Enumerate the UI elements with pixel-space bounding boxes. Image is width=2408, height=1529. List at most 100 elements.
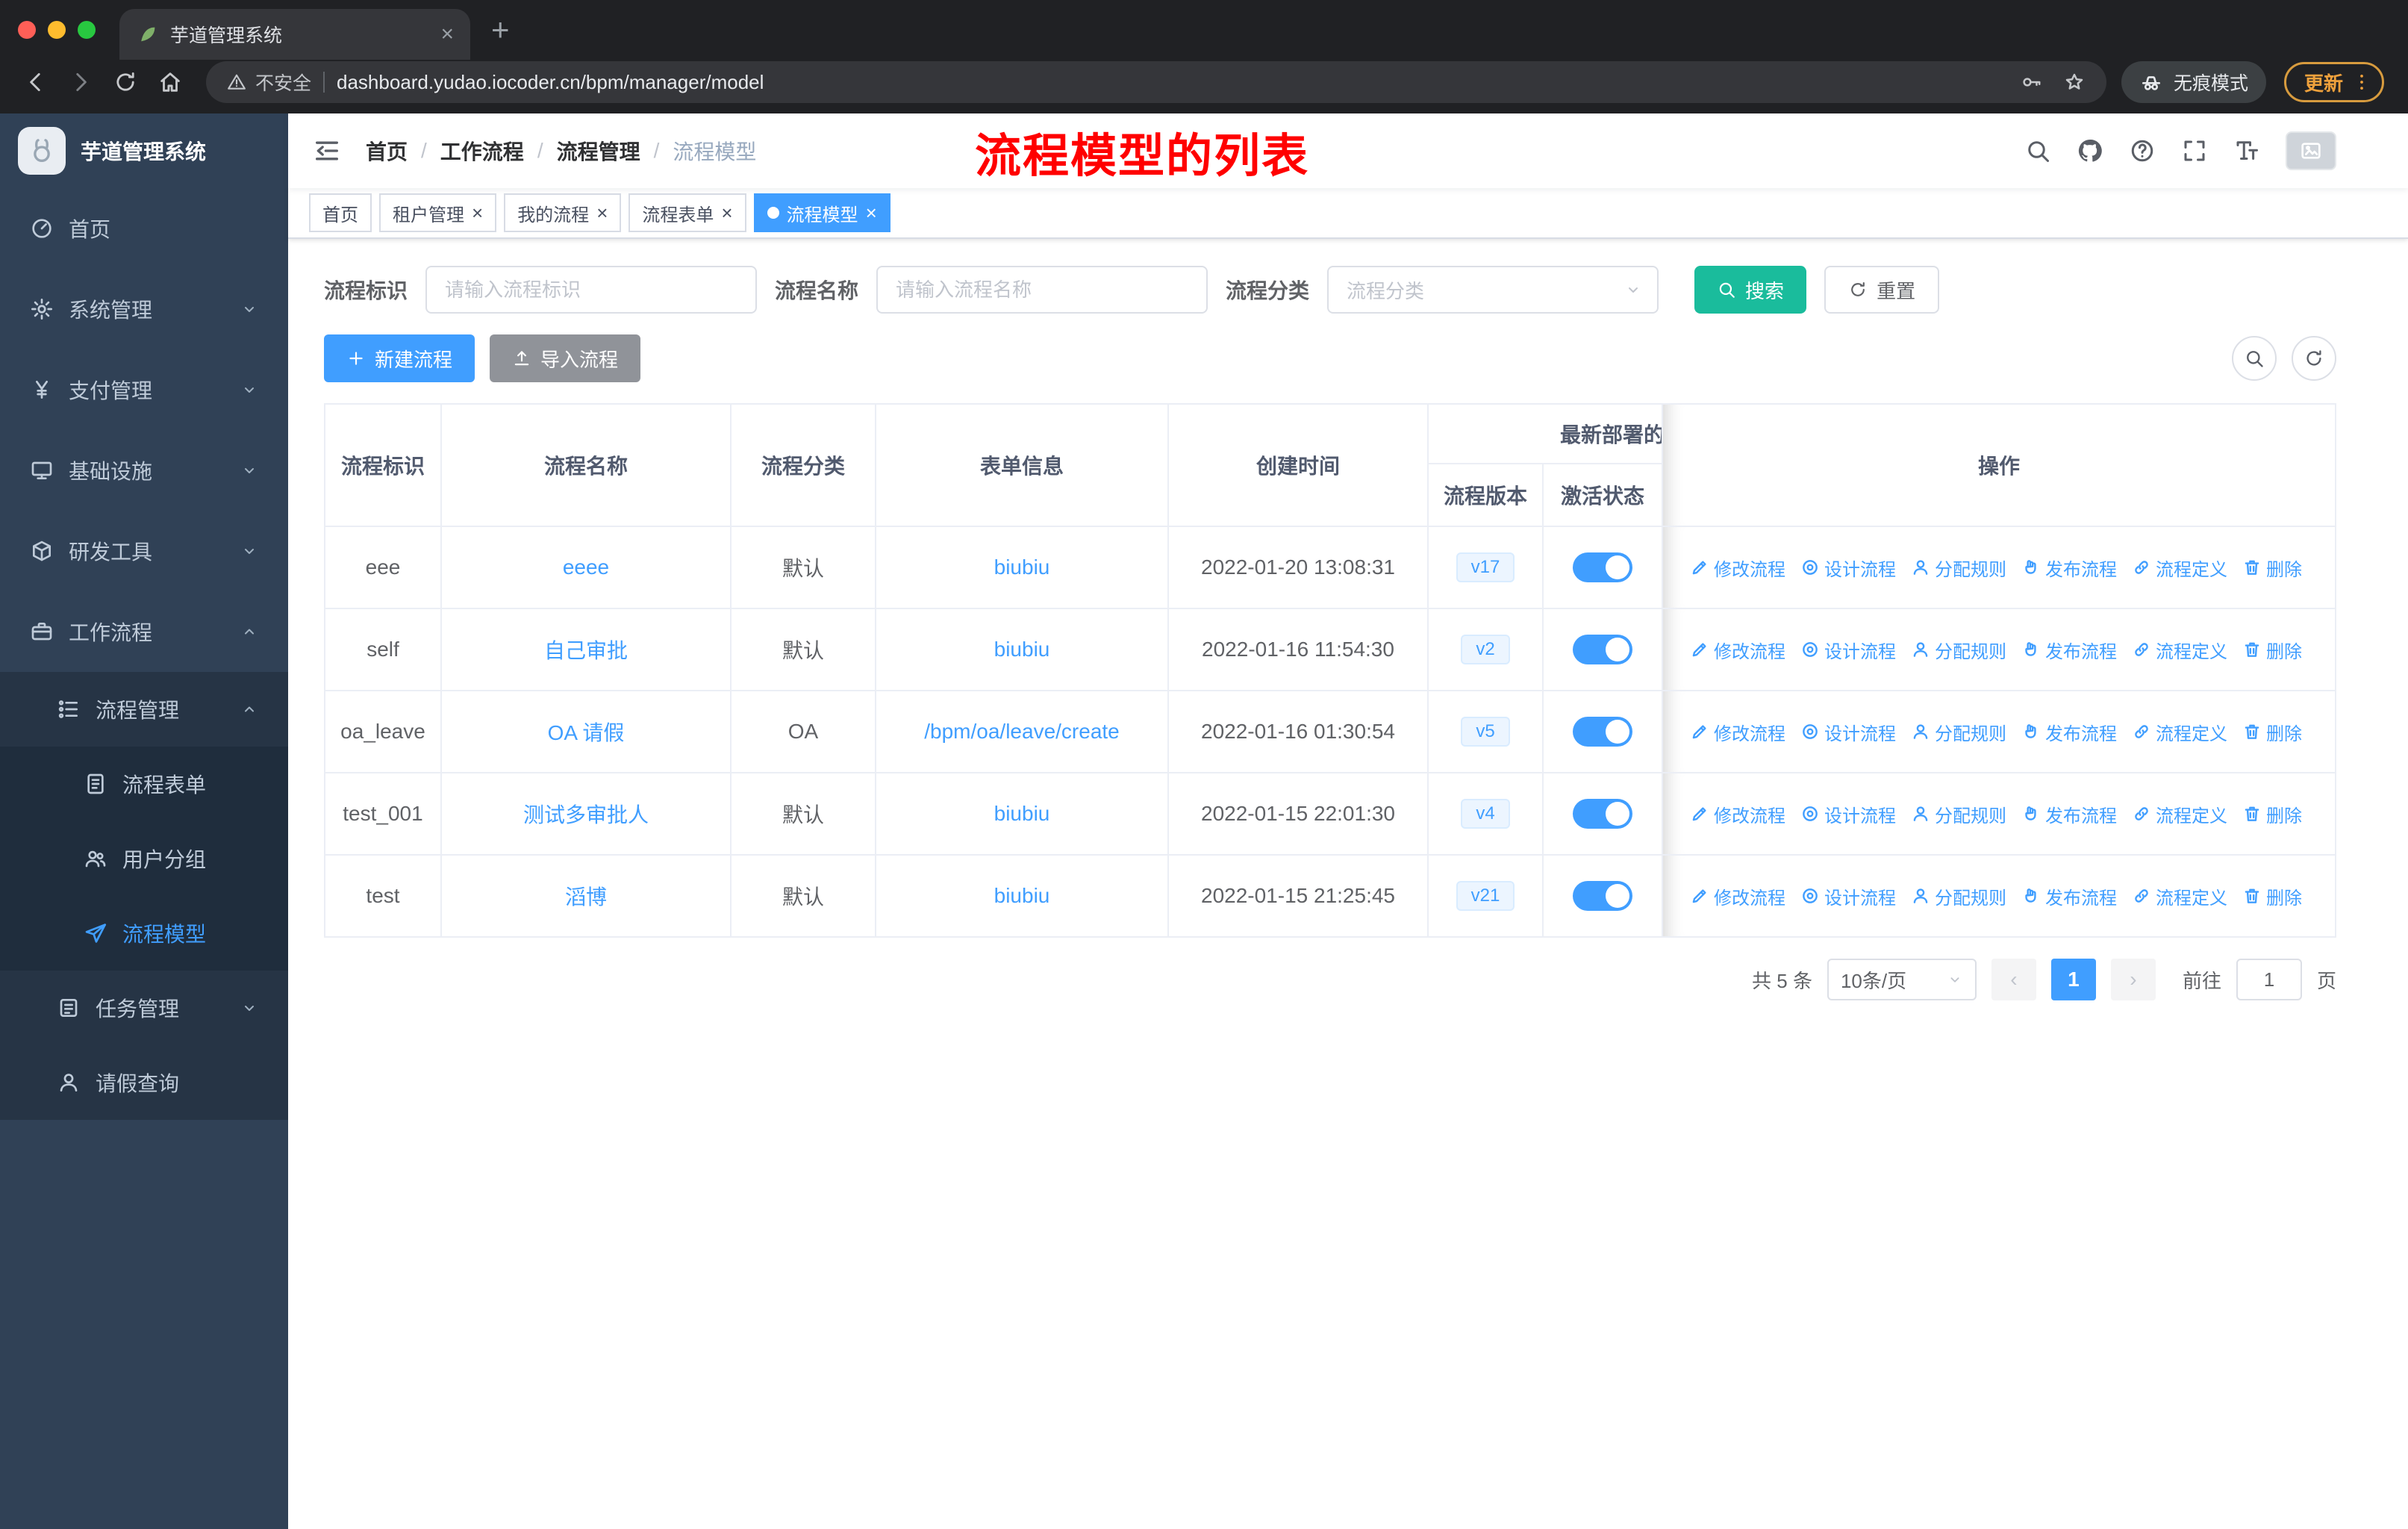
- sidebar-item-leave-query[interactable]: 请假查询: [0, 1045, 288, 1120]
- tag-close-icon[interactable]: ×: [596, 203, 608, 222]
- address-bar[interactable]: 不安全 dashboard.yudao.iocoder.cn/bpm/manag…: [206, 61, 2106, 103]
- breadcrumb-item[interactable]: 流程管理: [557, 136, 640, 166]
- form-info-link[interactable]: biubiu: [994, 802, 1050, 825]
- search-button[interactable]: 搜索: [1694, 266, 1807, 314]
- sidebar-item-workflow[interactable]: 工作流程: [0, 591, 288, 672]
- sidebar-item-payment[interactable]: 支付管理: [0, 349, 288, 430]
- sidebar-item-user-group[interactable]: 用户分组: [0, 821, 288, 896]
- version-badge[interactable]: v5: [1461, 717, 1510, 747]
- row-action-design[interactable]: 设计流程: [1800, 555, 1896, 581]
- row-action-publish[interactable]: 发布流程: [2021, 883, 2117, 909]
- help-icon[interactable]: [2129, 137, 2156, 164]
- process-name-link[interactable]: 滔博: [565, 885, 607, 909]
- row-action-definition[interactable]: 流程定义: [2132, 637, 2227, 663]
- form-info-link[interactable]: biubiu: [994, 884, 1050, 907]
- reset-button[interactable]: 重置: [1824, 266, 1940, 314]
- process-name-link[interactable]: 测试多审批人: [523, 803, 649, 826]
- process-name-link[interactable]: 自己审批: [544, 639, 628, 662]
- active-toggle[interactable]: [1573, 635, 1632, 664]
- next-page-button[interactable]: ›: [2110, 959, 2156, 1000]
- row-action-delete[interactable]: 删除: [2242, 883, 2302, 909]
- security-chip[interactable]: 不安全: [227, 69, 311, 96]
- sidebar-item-task-management[interactable]: 任务管理: [0, 971, 288, 1045]
- github-icon[interactable]: [2077, 137, 2103, 164]
- goto-page-input[interactable]: [2236, 959, 2302, 1000]
- row-action-delete[interactable]: 删除: [2242, 719, 2302, 745]
- row-action-assign[interactable]: 分配规则: [1911, 719, 2006, 745]
- active-toggle[interactable]: [1573, 881, 1632, 911]
- tag-item[interactable]: 租户管理 ×: [379, 193, 497, 232]
- row-action-publish[interactable]: 发布流程: [2021, 555, 2117, 581]
- breadcrumb-item[interactable]: 工作流程: [440, 136, 524, 166]
- toggle-search-button[interactable]: [2232, 336, 2277, 381]
- import-process-button[interactable]: 导入流程: [490, 334, 641, 382]
- row-action-assign[interactable]: 分配规则: [1911, 555, 2006, 581]
- sidebar-item-system[interactable]: 系统管理: [0, 269, 288, 349]
- form-info-link[interactable]: biubiu: [994, 638, 1050, 661]
- row-action-edit[interactable]: 修改流程: [1690, 883, 1785, 909]
- active-toggle[interactable]: [1573, 552, 1632, 582]
- update-button[interactable]: 更新: [2283, 62, 2384, 102]
- row-action-publish[interactable]: 发布流程: [2021, 719, 2117, 745]
- sidebar-item-devtools[interactable]: 研发工具: [0, 511, 288, 591]
- search-icon[interactable]: [2024, 137, 2051, 164]
- row-action-design[interactable]: 设计流程: [1800, 883, 1896, 909]
- row-action-assign[interactable]: 分配规则: [1911, 637, 2006, 663]
- version-badge[interactable]: v2: [1461, 635, 1510, 664]
- row-action-publish[interactable]: 发布流程: [2021, 637, 2117, 663]
- tag-close-icon[interactable]: ×: [472, 203, 483, 222]
- row-action-edit[interactable]: 修改流程: [1690, 719, 1785, 745]
- sidebar-item-infrastructure[interactable]: 基础设施: [0, 430, 288, 511]
- browser-reload-button[interactable]: [105, 61, 146, 103]
- breadcrumb-item[interactable]: 首页: [366, 136, 408, 166]
- row-action-definition[interactable]: 流程定义: [2132, 801, 2227, 827]
- window-zoom-button[interactable]: [78, 21, 96, 39]
- window-minimize-button[interactable]: [48, 21, 66, 39]
- refresh-table-button[interactable]: [2292, 336, 2336, 381]
- active-toggle[interactable]: [1573, 799, 1632, 829]
- process-name-link[interactable]: eeee: [563, 555, 609, 579]
- filter-key-input[interactable]: [425, 266, 758, 314]
- prev-page-button[interactable]: ‹: [1991, 959, 2036, 1000]
- version-badge[interactable]: v21: [1456, 881, 1515, 911]
- row-action-design[interactable]: 设计流程: [1800, 719, 1896, 745]
- browser-tab[interactable]: 芋道管理系统 ×: [119, 9, 470, 60]
- tag-close-icon[interactable]: ×: [866, 203, 877, 222]
- new-tab-button[interactable]: +: [491, 14, 510, 46]
- row-action-design[interactable]: 设计流程: [1800, 801, 1896, 827]
- process-name-link[interactable]: OA 请假: [548, 721, 625, 744]
- row-action-delete[interactable]: 删除: [2242, 555, 2302, 581]
- tag-item[interactable]: 首页: [309, 193, 372, 232]
- tag-item[interactable]: 我的流程 ×: [504, 193, 622, 232]
- row-action-edit[interactable]: 修改流程: [1690, 801, 1785, 827]
- sidebar-collapse-icon[interactable]: [312, 136, 342, 166]
- sidebar-item-process-model[interactable]: 流程模型: [0, 896, 288, 971]
- version-badge[interactable]: v17: [1456, 552, 1515, 582]
- row-action-edit[interactable]: 修改流程: [1690, 555, 1785, 581]
- row-action-assign[interactable]: 分配规则: [1911, 883, 2006, 909]
- row-action-publish[interactable]: 发布流程: [2021, 801, 2117, 827]
- sidebar-item-process-management[interactable]: 流程管理: [0, 672, 288, 747]
- form-info-link[interactable]: /bpm/oa/leave/create: [924, 720, 1120, 743]
- tag-close-icon[interactable]: ×: [721, 203, 732, 222]
- filter-category-select[interactable]: 流程分类: [1327, 266, 1659, 314]
- tag-item[interactable]: 流程模型 ×: [753, 193, 890, 232]
- bookmark-star-icon[interactable]: [2063, 71, 2086, 93]
- create-process-button[interactable]: 新建流程: [324, 334, 475, 382]
- tag-item[interactable]: 流程表单 ×: [628, 193, 746, 232]
- font-size-icon[interactable]: [2233, 137, 2260, 164]
- row-action-assign[interactable]: 分配规则: [1911, 801, 2006, 827]
- row-action-delete[interactable]: 删除: [2242, 637, 2302, 663]
- sidebar-item-process-form[interactable]: 流程表单: [0, 747, 288, 821]
- row-action-design[interactable]: 设计流程: [1800, 637, 1896, 663]
- version-badge[interactable]: v4: [1461, 799, 1510, 829]
- browser-home-button[interactable]: [149, 61, 191, 103]
- page-size-select[interactable]: 10条/页: [1827, 959, 1977, 1000]
- user-avatar[interactable]: [2286, 131, 2336, 170]
- page-number-button[interactable]: 1: [2050, 959, 2096, 1000]
- tab-close-icon[interactable]: ×: [436, 23, 458, 46]
- browser-menu-icon[interactable]: [2351, 71, 2373, 93]
- row-action-definition[interactable]: 流程定义: [2132, 883, 2227, 909]
- sidebar-item-home[interactable]: 首页: [0, 188, 288, 269]
- active-toggle[interactable]: [1573, 717, 1632, 747]
